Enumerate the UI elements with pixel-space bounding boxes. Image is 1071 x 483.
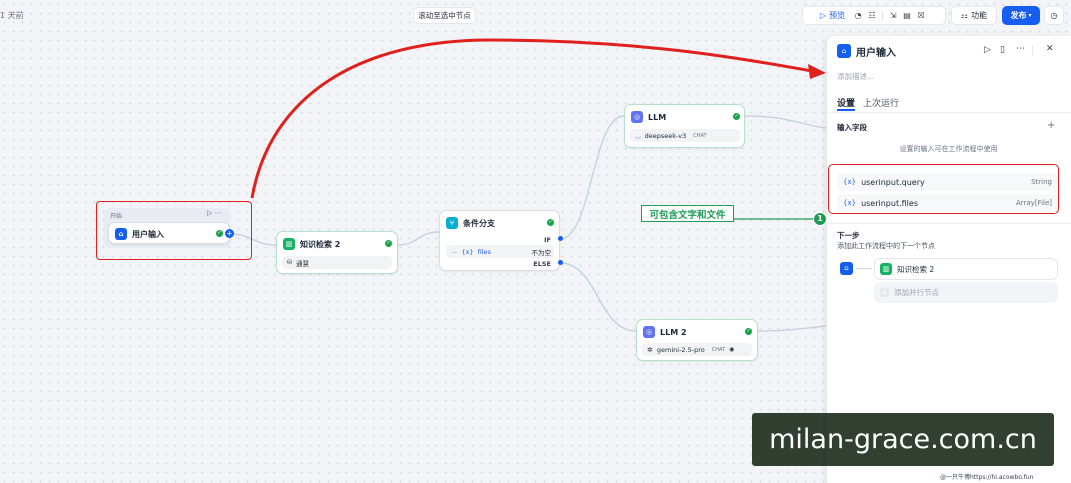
success-check-icon: ✓: [733, 113, 740, 120]
home-icon: ⌂: [115, 228, 127, 240]
next-step-hint: 添加此工作流程中的下一个节点: [837, 242, 935, 250]
publish-label: 发布: [1010, 11, 1027, 20]
start-node[interactable]: ⌂ 用户输入 ✓: [108, 222, 230, 244]
start-group-label: 开始: [110, 213, 123, 220]
branch-icon: ⑂: [446, 217, 458, 229]
chevron-down-icon: ▾: [1028, 12, 1032, 19]
run-node-icon[interactable]: ▷ ⋯: [207, 209, 222, 217]
knowledge-icon: ▥: [880, 263, 892, 275]
add-node-plus-icon[interactable]: +: [225, 229, 234, 238]
toolbar-group: ▷ 预览 ◔ ☷ ⇲ ▤ ☒: [802, 6, 946, 25]
scroll-to-selected-button[interactable]: 滚动至选中节点: [413, 7, 476, 24]
credit-text: @一只牛博https://hi.acowbo.fun: [940, 474, 1034, 481]
llm-node[interactable]: ◎ LLM ✓ ◡ deepseek-v3 CHAT: [624, 104, 745, 148]
export-icon[interactable]: ⇲: [886, 11, 900, 20]
close-box-icon[interactable]: ☒: [914, 11, 928, 20]
condition-operator: 不为空: [531, 248, 552, 257]
publish-button[interactable]: 发布 ▾: [1002, 6, 1040, 25]
next-node-card[interactable]: ▥ 知识检索 2: [874, 258, 1058, 280]
variable-prefix: {x}: [461, 247, 474, 256]
else-handle[interactable]: [558, 260, 563, 265]
add-parallel-node-button[interactable]: + 添加并行节点: [874, 282, 1058, 303]
condition-node[interactable]: ⑂ 条件分支 ✓ IF — {x} files 不为空 ELSE: [439, 210, 560, 271]
if-label: IF: [544, 236, 551, 244]
description-input[interactable]: 添加描述...: [837, 71, 874, 82]
features-button[interactable]: ⚏ 功能: [951, 6, 997, 25]
checklist-icon[interactable]: ◔: [851, 11, 865, 20]
eye-icon: ◉: [729, 346, 735, 353]
add-parallel-label: 添加并行节点: [894, 288, 939, 297]
deepseek-icon: ◡: [635, 131, 641, 140]
input-fields-label: 输入字段: [837, 123, 867, 132]
else-label: ELSE: [533, 260, 551, 268]
preview-button[interactable]: ▷ 预览: [820, 10, 845, 21]
field-name: userinput.query: [861, 177, 925, 187]
dataset-icon: ⛁: [287, 259, 293, 266]
model-tag: CHAT: [711, 346, 726, 353]
input-fields-hint: 设置的输入可在工作流程中使用: [899, 145, 998, 153]
run-icon[interactable]: ▷: [984, 45, 991, 55]
annotation-badge: 1: [813, 212, 827, 226]
next-node-title: 知识检索 2: [897, 264, 935, 274]
success-check-icon: ✓: [547, 219, 554, 226]
success-check-icon: ✓: [385, 240, 392, 247]
success-check-icon: ✓: [745, 328, 752, 335]
tabs-divider: [826, 112, 1071, 113]
history-icon: ◷: [1050, 11, 1058, 20]
history-button[interactable]: ◷: [1044, 6, 1064, 25]
next-step-label: 下一步: [837, 231, 860, 240]
model-tag: CHAT: [693, 132, 707, 139]
preview-label: 预览: [829, 11, 846, 20]
env-icon[interactable]: ▤: [900, 11, 914, 20]
annotation-label: 可包含文字和文件: [641, 205, 734, 222]
plus-icon: +: [880, 288, 889, 297]
field-type: String: [1031, 178, 1052, 186]
play-icon: ▷: [819, 11, 827, 20]
knowledge-icon: ▥: [283, 238, 295, 250]
input-field-files[interactable]: {x} userinput.files Array[File]: [837, 194, 1058, 212]
home-icon: ⌂: [840, 262, 853, 275]
tab-last-run[interactable]: 上次运行: [863, 96, 899, 109]
input-field-query[interactable]: {x} userinput.query String: [837, 173, 1058, 191]
start-node-title: 用户输入: [132, 229, 164, 239]
next-step-connector: [856, 268, 872, 269]
watermark-banner: milan-grace.com.cn: [752, 413, 1054, 466]
features-icon: ⚏: [960, 11, 969, 20]
features-label: 功能: [971, 11, 988, 20]
home-icon: ⌂: [837, 44, 851, 58]
llm-node-title: LLM: [648, 112, 667, 122]
condition-node-title: 条件分支: [463, 218, 495, 228]
llm2-node-title: LLM 2: [660, 327, 687, 337]
close-icon[interactable]: ✕: [1046, 44, 1054, 54]
variable-icon: {x}: [843, 178, 857, 186]
llm2-model-name: gemini-2.5-pro: [656, 345, 705, 354]
dataset-name: 通慧: [296, 259, 310, 268]
dash-icon: —: [451, 247, 458, 256]
gemini-icon: ✲: [647, 345, 653, 354]
divider: [882, 10, 884, 21]
field-type: Array[File]: [1015, 199, 1052, 207]
saved-status: 1 天前: [0, 11, 24, 20]
variable-icon: {x}: [843, 199, 857, 207]
knowledge-node[interactable]: ▥ 知识检索 2 ✓ ⛁ 通慧: [276, 231, 398, 274]
active-tab-indicator: [837, 109, 855, 111]
field-name: userinput.files: [861, 198, 918, 208]
help-book-icon[interactable]: ▯: [1000, 45, 1005, 55]
tab-settings[interactable]: 设置: [837, 96, 855, 109]
success-check-icon: ✓: [216, 230, 223, 237]
if-handle[interactable]: [558, 236, 563, 241]
divider: [1032, 45, 1033, 55]
condition-variable: files: [477, 247, 491, 256]
llm-model-name: deepseek-v3: [644, 131, 687, 140]
section-divider: [826, 223, 1071, 224]
variables-icon[interactable]: ☷: [865, 11, 879, 20]
panel-title: 用户输入: [856, 48, 896, 59]
knowledge-node-title: 知识检索 2: [300, 239, 341, 249]
llm2-node[interactable]: ◎ LLM 2 ✓ ✲ gemini-2.5-pro CHAT ◉: [636, 319, 758, 361]
add-field-plus-icon[interactable]: +: [1047, 120, 1055, 131]
more-icon[interactable]: ⋯: [1016, 44, 1025, 54]
llm-icon: ◎: [631, 111, 643, 123]
llm-icon: ◎: [643, 326, 655, 338]
